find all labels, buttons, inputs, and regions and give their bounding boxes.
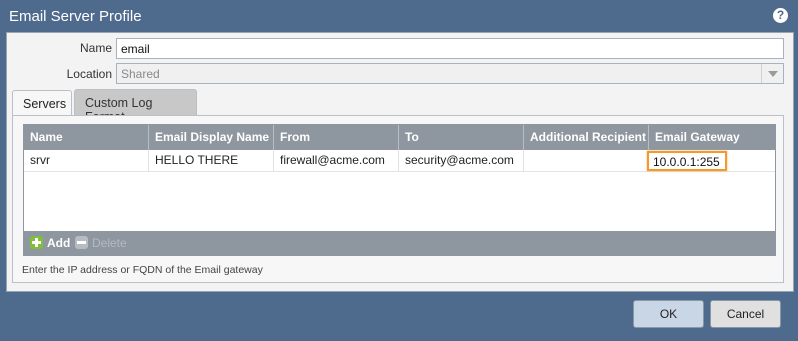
table-header: Name Email Display Name From To Addition… [24,125,775,150]
cell-name[interactable]: srvr [24,150,149,171]
plus-icon [30,236,43,249]
table-toolbar: Add Delete [24,231,775,255]
tab-custom-log-format[interactable]: Custom Log Format [74,89,197,124]
location-label: Location [66,67,112,81]
col-additional-recipient[interactable]: Additional Recipient [524,125,649,150]
dialog-title: Email Server Profile [9,8,142,25]
dialog-body: Name Location Shared Servers Custom Log … [6,32,794,292]
add-label: Add [47,236,71,250]
table-row[interactable]: srvr HELLO THERE firewall@acme.com secur… [24,150,775,172]
location-value: Shared [121,67,160,81]
delete-button[interactable]: Delete [75,235,127,251]
help-icon[interactable]: ? [773,8,788,23]
col-from[interactable]: From [274,125,399,150]
email-gateway-value: 10.0.0.1:255 [653,155,720,169]
ok-button[interactable]: OK [633,300,704,328]
col-email-gateway[interactable]: Email Gateway [649,125,775,150]
location-select[interactable]: Shared [116,63,784,84]
servers-tab-content: Name Email Display Name From To Addition… [12,115,784,283]
dialog-titlebar: Email Server Profile ? [0,0,798,32]
name-label: Name [79,41,112,55]
email-gateway-input[interactable]: 10.0.0.1:255 [647,151,727,171]
minus-icon [75,236,88,249]
delete-label: Delete [92,236,127,250]
cancel-button[interactable]: Cancel [710,300,781,328]
tab-servers[interactable]: Servers [12,90,72,116]
col-to[interactable]: To [399,125,524,150]
add-button[interactable]: Add [30,235,70,251]
cell-display-name[interactable]: HELLO THERE [149,150,274,171]
cell-to[interactable]: security@acme.com [399,150,524,171]
name-input[interactable] [116,38,784,59]
cell-from[interactable]: firewall@acme.com [274,150,399,171]
gateway-hint: Enter the IP address or FQDN of the Emai… [22,264,263,276]
cell-additional-recipient[interactable] [524,150,649,171]
col-email-display-name[interactable]: Email Display Name [149,125,274,150]
chevron-down-icon[interactable] [761,64,783,83]
servers-table: Name Email Display Name From To Addition… [23,124,776,256]
col-name[interactable]: Name [24,125,149,150]
